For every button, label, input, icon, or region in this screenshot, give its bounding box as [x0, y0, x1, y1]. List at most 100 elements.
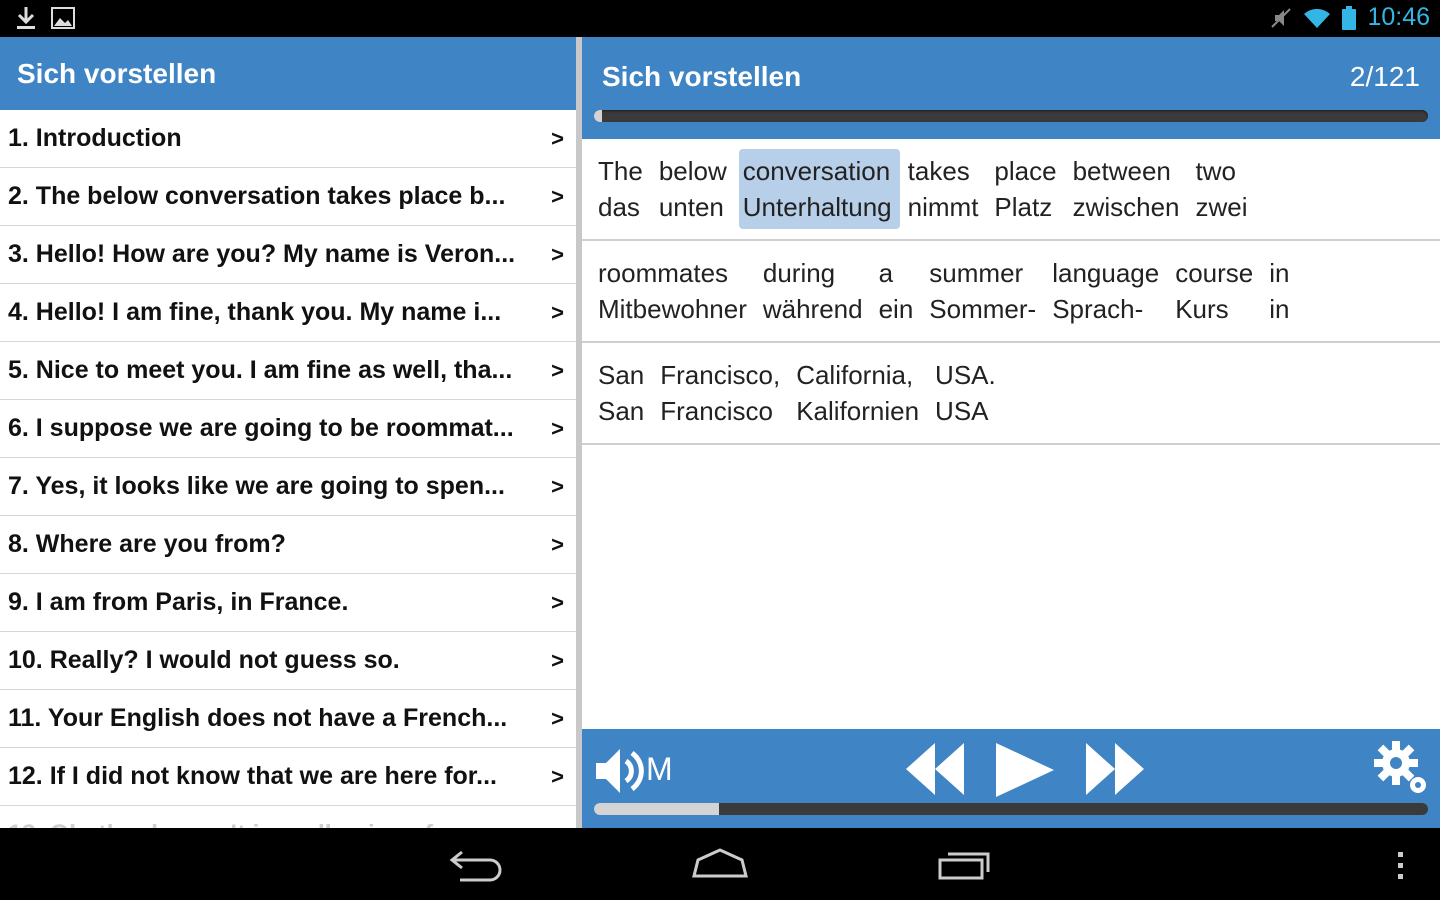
navigation-bar: [0, 828, 1440, 900]
speed-label[interactable]: M: [646, 751, 673, 788]
download-icon: [17, 7, 35, 29]
lesson-progress-bar[interactable]: [594, 110, 1428, 122]
word-english: The: [598, 156, 643, 186]
lesson-list-item[interactable]: 11. Your English does not have a French.…: [0, 690, 576, 748]
wifi-icon: [1304, 8, 1331, 28]
word-pair[interactable]: in in: [1265, 251, 1297, 331]
word-pair[interactable]: takes nimmt: [904, 149, 987, 229]
word-pair[interactable]: during während: [759, 251, 871, 331]
lesson-list-item[interactable]: 8. Where are you from? >: [0, 516, 576, 574]
word-german: das: [598, 192, 640, 222]
recent-apps-icon[interactable]: [936, 846, 994, 882]
lesson-item-label: 1. Introduction: [8, 124, 182, 152]
word-english: a: [878, 258, 894, 288]
word-english: in: [1269, 258, 1290, 288]
lesson-detail-pane: Sich vorstellen 2/121 The das below unten co…: [582, 37, 1440, 828]
word-german: San: [598, 396, 645, 426]
settings-icon[interactable]: [1372, 739, 1430, 797]
lesson-list-pane: Sich vorstellen 1. Introduction > 2. The …: [0, 37, 576, 828]
word-pair[interactable]: Francisco, Francisco: [656, 353, 788, 433]
word-german: Kurs: [1175, 294, 1229, 324]
word-pair[interactable]: San San: [594, 353, 652, 433]
status-right: 10:46: [1269, 3, 1430, 32]
playback-progress-bar[interactable]: [594, 803, 1428, 815]
lesson-progress-fill: [594, 110, 603, 122]
word-pair[interactable]: language Sprach-: [1048, 251, 1167, 331]
word-german: Sprach-: [1052, 294, 1144, 324]
word-pair[interactable]: place Platz: [990, 149, 1064, 229]
word-english: summer: [929, 258, 1024, 288]
audio-player: M: [582, 729, 1440, 828]
lesson-item-label: 8. Where are you from?: [8, 530, 286, 558]
chevron-right-icon: >: [551, 705, 564, 731]
lesson-list-item[interactable]: 2. The below conversation takes place b.…: [0, 168, 576, 226]
lesson-item-label: 3. Hello! How are you? My name is Veron.…: [8, 240, 516, 268]
lesson-list-item[interactable]: 5. Nice to meet you. I am fine as well, …: [0, 342, 576, 400]
word-english: two: [1195, 156, 1236, 186]
word-german: Francisco: [660, 396, 773, 426]
lesson-list: 1. Introduction > 2. The below conversati…: [0, 110, 576, 828]
sentence-block: San San Francisco, Francisco California, Kali…: [582, 343, 1440, 445]
volume-icon[interactable]: [594, 743, 646, 799]
word-english: language: [1052, 258, 1160, 288]
lesson-list-item[interactable]: 10. Really? I would not guess so. >: [0, 632, 576, 690]
word-german: zwischen: [1072, 192, 1180, 222]
word-pair[interactable]: summer Sommer-: [925, 251, 1044, 331]
lesson-list-item[interactable]: 1. Introduction >: [0, 110, 576, 168]
lesson-item-label: 12. If I did not know that we are here f…: [8, 762, 497, 790]
word-english: California,: [796, 360, 914, 390]
lesson-list-item[interactable]: 3. Hello! How are you? My name is Veron.…: [0, 226, 576, 284]
lesson-item-label: 7. Yes, it looks like we are going to sp…: [8, 472, 505, 500]
image-icon: [51, 7, 75, 29]
home-icon[interactable]: [690, 846, 750, 882]
word-english: course: [1175, 258, 1254, 288]
word-pair[interactable]: below unten: [655, 149, 735, 229]
back-icon[interactable]: [448, 846, 506, 882]
lesson-list-item[interactable]: 4. Hello! I am fine, thank you. My name …: [0, 284, 576, 342]
lesson-list-item[interactable]: 13. Oh, thank you. It is really nice of …: [0, 806, 576, 828]
word-pair[interactable]: between zwischen: [1069, 149, 1188, 229]
chevron-right-icon: >: [551, 183, 564, 209]
status-time: 10:46: [1367, 3, 1430, 31]
word-english: conversation: [742, 156, 891, 186]
word-pair[interactable]: The das: [594, 149, 651, 229]
playback-progress-fill: [594, 803, 720, 815]
word-pair[interactable]: roommates Mitbewohner: [594, 251, 755, 331]
word-english: between: [1072, 156, 1171, 186]
word-german: ein: [878, 294, 914, 324]
word-english: place: [994, 156, 1057, 186]
word-german: Sommer-: [929, 294, 1037, 324]
word-german: Mitbewohner: [598, 294, 747, 324]
word-german: nimmt: [907, 192, 979, 222]
lesson-item-label: 2. The below conversation takes place b.…: [8, 182, 506, 210]
word-german: unten: [658, 192, 724, 222]
fast-forward-icon[interactable]: [1084, 741, 1146, 797]
lesson-list-item[interactable]: 7. Yes, it looks like we are going to sp…: [0, 458, 576, 516]
lesson-list-item[interactable]: 12. If I did not know that we are here f…: [0, 748, 576, 806]
word-german: Platz: [994, 192, 1053, 222]
battery-icon: [1342, 5, 1357, 30]
word-pair[interactable]: USA. USA: [931, 353, 1004, 433]
word-pair-highlighted[interactable]: conversation Unterhaltung: [738, 149, 900, 229]
word-english: USA.: [935, 360, 996, 390]
chevron-right-icon: >: [551, 299, 564, 325]
lesson-item-label: 13. Oh, thank you. It is really nice of …: [8, 820, 505, 828]
word-pair[interactable]: course Kurs: [1171, 251, 1261, 331]
word-german: während: [762, 294, 863, 324]
sentence-list: The das below unten conversation Unterhaltung…: [582, 139, 1440, 445]
play-icon[interactable]: [994, 741, 1056, 799]
lesson-list-item[interactable]: 6. I suppose we are going to be roommat.…: [0, 400, 576, 458]
word-pair[interactable]: a ein: [875, 251, 922, 331]
chevron-right-icon: >: [551, 473, 564, 499]
word-english: below: [658, 156, 727, 186]
word-german: USA: [935, 396, 989, 426]
lesson-item-label: 6. I suppose we are going to be roommat.…: [8, 414, 514, 442]
word-english: during: [762, 258, 836, 288]
status-bar: 10:46: [0, 0, 1440, 37]
sentence-counter: 2/121: [1349, 61, 1420, 92]
lesson-list-item[interactable]: 9. I am from Paris, in France. >: [0, 574, 576, 632]
overflow-menu-icon[interactable]: [1394, 850, 1408, 882]
rewind-icon[interactable]: [904, 741, 966, 797]
word-pair[interactable]: two zwei: [1192, 149, 1256, 229]
word-pair[interactable]: California, Kalifornien: [792, 353, 927, 433]
